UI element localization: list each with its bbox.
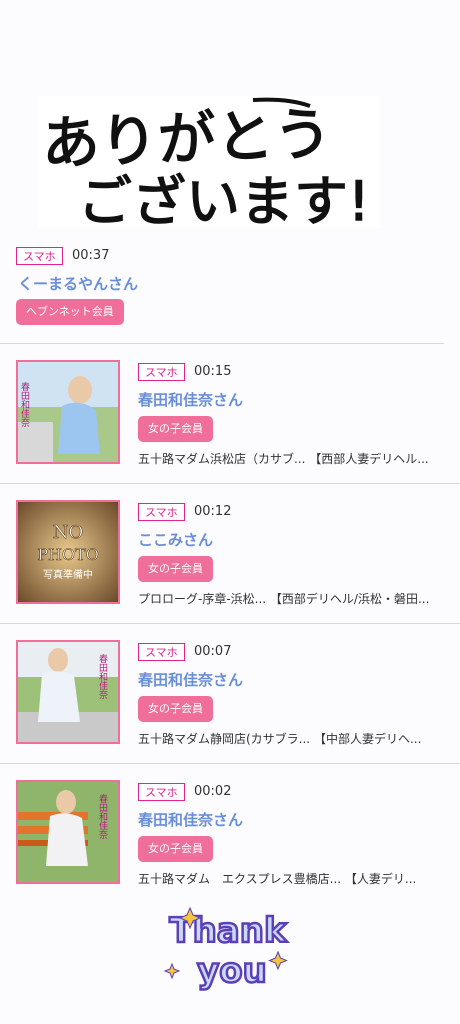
member-type-button[interactable]: 女の子会員 [138,556,213,582]
svg-text:写真準備中: 写真準備中 [43,568,93,581]
visitor-entry[interactable]: 春田和佳奈 スマホ 00:07 春田和佳奈さん 女の子会員 五十路マダム静岡店(… [0,624,460,764]
handwritten-arigatou-image: ありがとう ございます! [40,97,370,228]
photo-caption-text: 春田和佳奈 [19,381,30,427]
svg-text:春田和佳奈: 春田和佳奈 [97,793,108,839]
visitor-photo[interactable]: 春田和佳奈 [16,360,120,464]
visit-time: 00:37 [72,248,110,263]
visitor-photo[interactable]: NO PHOTO 写真準備中 [16,500,120,604]
svg-text:ありがとう: ありがとう [41,100,333,178]
device-badge: スマホ [138,503,185,521]
visitor-name[interactable]: 春田和佳奈さん [138,669,243,690]
svg-text:ございます!: ございます! [78,170,370,228]
visit-time: 00:07 [194,644,232,659]
visit-time: 00:15 [194,364,232,379]
member-type-button[interactable]: 女の子会員 [138,836,213,862]
member-type-button[interactable]: ヘブンネット会員 [16,299,124,325]
visitor-name[interactable]: 春田和佳奈さん [138,809,243,830]
svg-text:NO: NO [53,522,84,543]
svg-text:春田和佳奈: 春田和佳奈 [97,653,108,699]
visitor-photo[interactable]: 春田和佳奈 [16,640,120,744]
visitor-feed: スマホ 00:37 くーまるやんさん ヘブンネット会員 春田和佳奈 スマホ 00… [0,240,460,903]
device-badge: スマホ [138,643,185,661]
member-type-button[interactable]: 女の子会員 [138,416,213,442]
thank-you-sticker-image: Thank you [150,900,306,996]
visitor-photo[interactable]: 春田和佳奈 [16,780,120,884]
shop-name-link[interactable]: プロローグ-序章-浜松... 【西部デリヘル/浜松・磐田... [138,590,443,607]
device-badge: スマホ [138,363,185,381]
visit-time: 00:02 [194,784,232,799]
visitor-name[interactable]: 春田和佳奈さん [138,389,243,410]
shop-name-link[interactable]: 五十路マダム エクスプレス豊橋店... 【人妻デリ... [138,870,443,887]
visitor-name[interactable]: ここみさん [138,529,213,550]
visitor-entry[interactable]: スマホ 00:37 くーまるやんさん ヘブンネット会員 [0,240,444,344]
svg-text:you: you [197,951,267,991]
visitor-entry[interactable]: 春田和佳奈 スマホ 00:02 春田和佳奈さん 女の子会員 五十路マダム エクス… [0,764,460,903]
visitor-entry[interactable]: 春田和佳奈 スマホ 00:15 春田和佳奈さん 女の子会員 五十路マダム浜松店（… [0,344,460,484]
shop-name-link[interactable]: 五十路マダム静岡店(カサブラ... 【中部人妻デリヘ... [138,730,443,747]
member-type-button[interactable]: 女の子会員 [138,696,213,722]
visitor-name[interactable]: くーまるやんさん [18,273,138,294]
svg-text:PHOTO: PHOTO [37,545,99,564]
visit-time: 00:12 [194,504,232,519]
device-badge: スマホ [138,783,185,801]
visitor-entry[interactable]: NO PHOTO 写真準備中 スマホ 00:12 ここみさん 女の子会員 プロロ… [0,484,460,624]
thank-you-header-image: ありがとう ございます! [38,96,380,228]
device-badge: スマホ [16,247,63,265]
shop-name-link[interactable]: 五十路マダム浜松店（カサブ... 【西部人妻デリヘル... [138,450,443,467]
